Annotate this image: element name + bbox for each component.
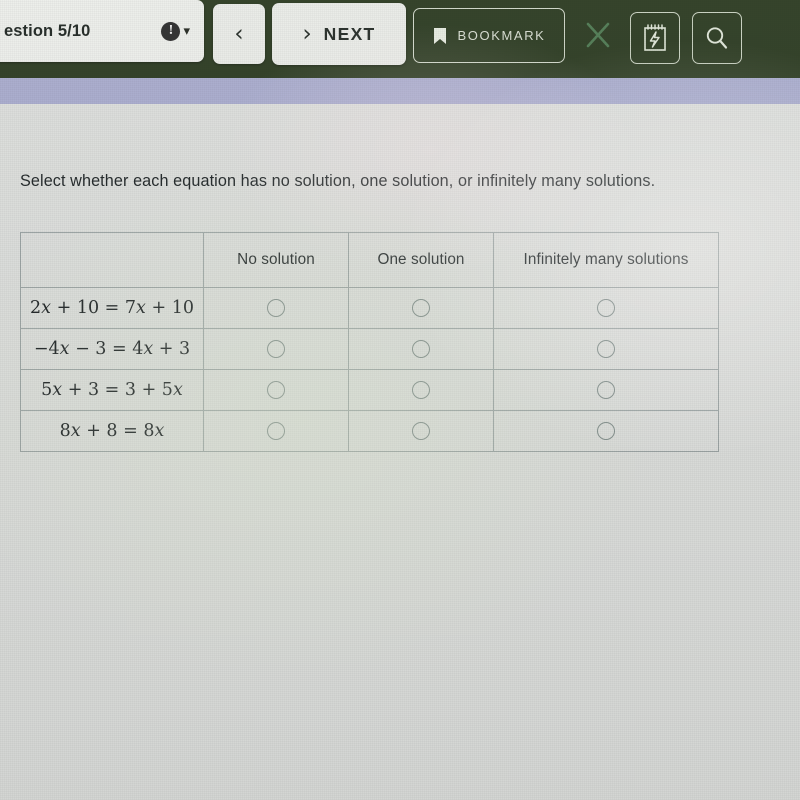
question-counter-label: estion 5/10: [4, 21, 91, 40]
exclamation-circle-icon[interactable]: !: [161, 21, 181, 41]
notepad-icon: [642, 23, 668, 53]
table-row: 2x + 10 = 7x + 10: [20, 287, 719, 329]
bookmark-button-label: BOOKMARK: [457, 28, 546, 43]
radio-button[interactable]: [412, 298, 430, 317]
radio-cell-infinitely-many[interactable]: [493, 369, 719, 411]
radio-button[interactable]: [597, 339, 615, 358]
column-header-one-solution: One solution: [348, 232, 494, 288]
bookmark-icon: [433, 27, 447, 45]
next-button-label: NEXT: [323, 23, 376, 44]
bookmark-button[interactable]: BOOKMARK: [413, 8, 565, 63]
table-corner-cell: [20, 232, 204, 288]
accent-band: [0, 78, 800, 104]
table-header-row: No solution One solution Infinitely many…: [20, 232, 719, 288]
radio-cell-no-solution[interactable]: [203, 287, 349, 329]
radio-cell-no-solution[interactable]: [203, 410, 349, 452]
search-button[interactable]: [692, 12, 742, 64]
radio-cell-infinitely-many[interactable]: [493, 287, 719, 329]
next-question-button[interactable]: › NEXT: [272, 3, 406, 65]
radio-button[interactable]: [267, 421, 285, 440]
radio-button[interactable]: [597, 298, 615, 317]
question-prompt: Select whether each equation has no solu…: [20, 172, 656, 190]
close-x-icon[interactable]: [583, 20, 613, 50]
radio-cell-one-solution[interactable]: [348, 410, 494, 452]
radio-button[interactable]: [267, 339, 285, 358]
alert-dropdown-group[interactable]: ! ▾: [161, 21, 190, 41]
chevron-down-icon[interactable]: ▾: [183, 25, 190, 38]
radio-button[interactable]: [412, 380, 430, 399]
radio-cell-no-solution[interactable]: [203, 369, 349, 411]
equation-cell: 8x + 8 = 8x: [20, 410, 204, 452]
question-content-area: Select whether each equation has no solu…: [0, 104, 800, 800]
radio-button[interactable]: [412, 339, 430, 358]
radio-cell-one-solution[interactable]: [348, 328, 494, 370]
column-header-no-solution: No solution: [203, 232, 349, 288]
radio-button[interactable]: [267, 298, 285, 317]
table-row: 5x + 3 = 3 + 5x: [20, 369, 719, 411]
previous-question-button[interactable]: ‹: [213, 4, 265, 64]
table-row: 8x + 8 = 8x: [20, 410, 719, 452]
equation-cell: 2x + 10 = 7x + 10: [20, 287, 204, 329]
radio-button[interactable]: [597, 421, 615, 440]
chevron-left-icon: ‹: [234, 20, 244, 47]
solution-selection-table: No solution One solution Infinitely many…: [20, 232, 719, 452]
top-toolbar: estion 5/10 ! ▾ ‹ › NEXT BOOKMARK: [0, 0, 800, 78]
radio-cell-infinitely-many[interactable]: [493, 328, 719, 370]
magnifier-icon: [703, 24, 731, 52]
notepad-button[interactable]: [630, 12, 680, 64]
radio-cell-infinitely-many[interactable]: [493, 410, 719, 452]
equation-cell: 5x + 3 = 3 + 5x: [20, 369, 204, 411]
question-counter-panel: estion 5/10 ! ▾: [0, 0, 204, 62]
radio-cell-one-solution[interactable]: [348, 287, 494, 329]
radio-button[interactable]: [597, 380, 615, 399]
radio-cell-no-solution[interactable]: [203, 328, 349, 370]
screen-photo: estion 5/10 ! ▾ ‹ › NEXT BOOKMARK Select…: [0, 0, 800, 800]
radio-button[interactable]: [267, 380, 285, 399]
radio-button[interactable]: [412, 421, 430, 440]
table-row: −4x − 3 = 4x + 3: [20, 328, 719, 370]
chevron-right-icon: ›: [302, 20, 312, 47]
radio-cell-one-solution[interactable]: [348, 369, 494, 411]
column-header-infinitely-many: Infinitely many solutions: [493, 232, 719, 288]
equation-cell: −4x − 3 = 4x + 3: [20, 328, 204, 370]
